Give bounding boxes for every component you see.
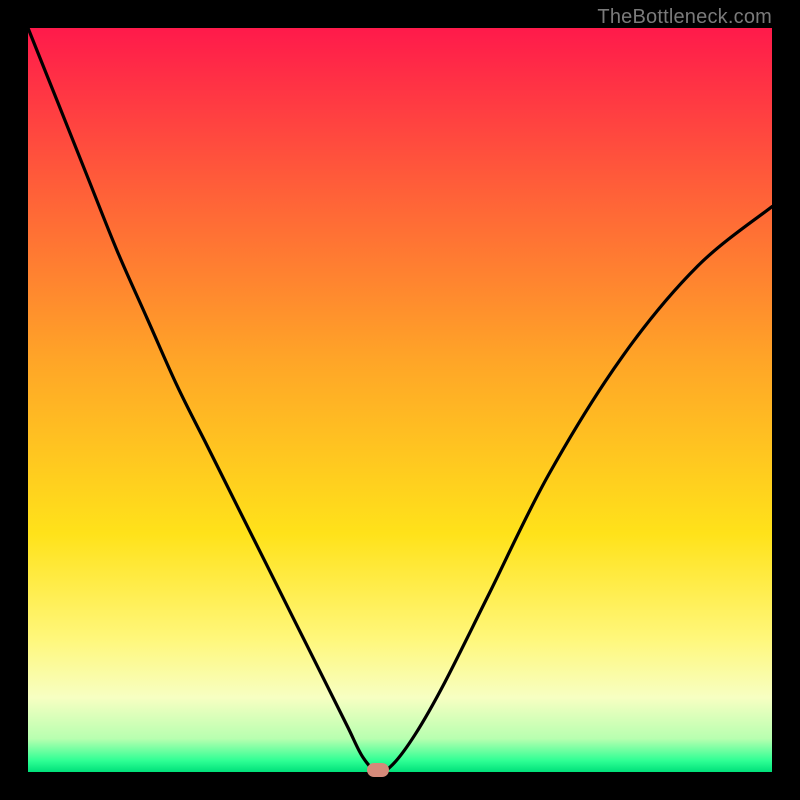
optimal-point-marker — [367, 763, 389, 777]
chart-frame: TheBottleneck.com — [0, 0, 800, 800]
watermark-text: TheBottleneck.com — [597, 6, 772, 29]
bottleneck-curve — [28, 28, 772, 772]
plot-area — [28, 28, 772, 772]
